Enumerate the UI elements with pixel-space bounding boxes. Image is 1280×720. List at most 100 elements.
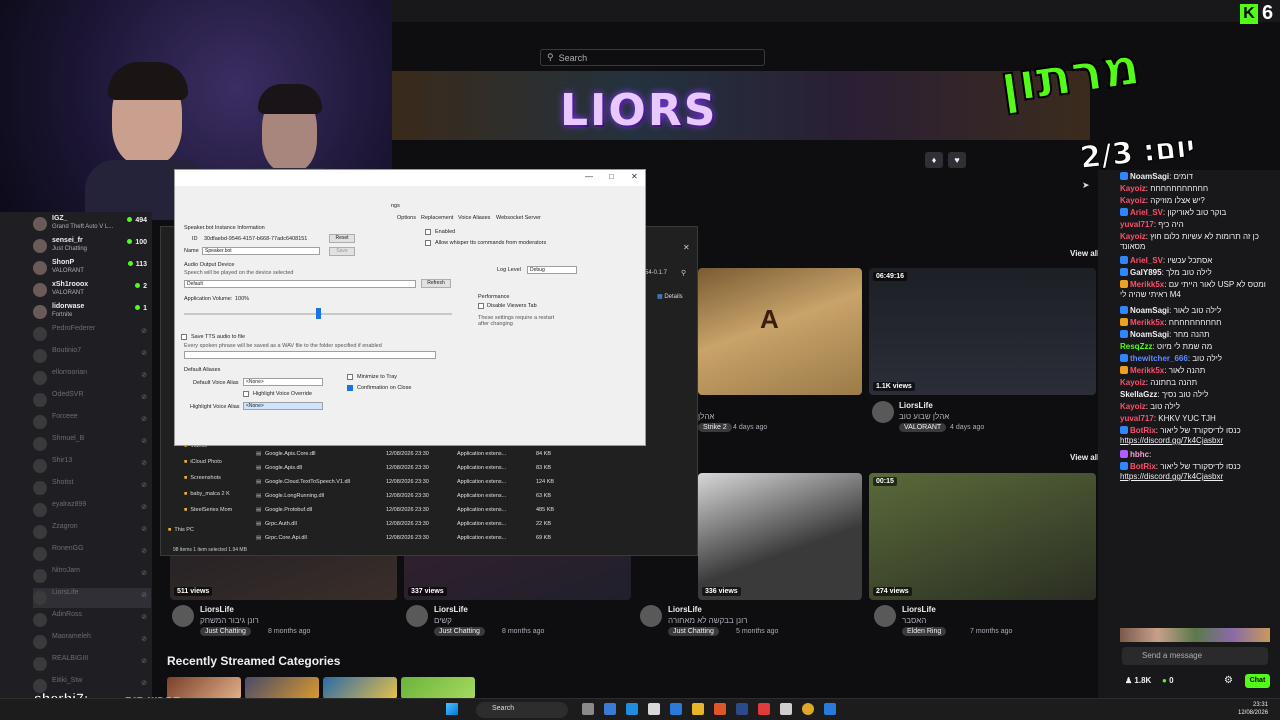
sidebar-channel[interactable]: IGZ_ Grand Theft Auto V L... 494 [33, 214, 151, 234]
close-icon[interactable]: ✕ [631, 172, 638, 181]
chat-username[interactable]: Merikk5x [1130, 280, 1164, 289]
category-tag[interactable]: Just Chatting [434, 627, 485, 636]
video-channel[interactable]: LiorsLife [899, 401, 933, 410]
app-icon[interactable] [648, 703, 660, 715]
app-icon[interactable] [802, 703, 814, 715]
minimize-tray-checkbox[interactable] [347, 374, 353, 380]
chat-username[interactable]: Ariel_SV [1130, 208, 1163, 217]
chat-username[interactable]: SkellaGzz [1120, 390, 1157, 399]
app-icon[interactable] [736, 703, 748, 715]
chat-username[interactable]: BotRix [1130, 426, 1156, 435]
allow-whisper-checkbox[interactable] [425, 240, 431, 246]
app-icon[interactable] [824, 703, 836, 715]
tab-voice-aliases[interactable]: Voice Aliases [458, 215, 490, 221]
chat-username[interactable]: Kayoiz [1120, 184, 1146, 193]
taskbar-clock[interactable]: 23:31 12/08/2026 [1238, 701, 1268, 717]
tab-websocket-server[interactable]: Websocket Server [496, 215, 541, 221]
disable-viewers-checkbox[interactable] [478, 303, 484, 309]
folder-item[interactable]: ■ SteelSeries Mom [184, 507, 232, 513]
chat-username[interactable]: Merikk5x [1130, 366, 1164, 375]
category-tag[interactable]: Just Chatting [200, 627, 251, 636]
app-icon[interactable] [780, 703, 792, 715]
chat-link[interactable]: https://discord.gg/7k4Cjasbxr [1120, 472, 1223, 481]
volume-slider-thumb[interactable] [316, 308, 321, 319]
sidebar-channel[interactable]: NitroJam ⊘ [33, 566, 151, 586]
explorer-close-icon[interactable]: ✕ [683, 243, 690, 252]
highlight-voice-select[interactable]: <None> [243, 402, 323, 410]
sidebar-channel[interactable]: LiorsLife ⊘ [33, 588, 151, 608]
file-row[interactable]: ▤ Google.Protobuf.dll 12/08/2026 23:30 Appl… [256, 505, 556, 517]
channel-avatar[interactable] [640, 605, 662, 627]
category-tag[interactable]: VALORANT [899, 423, 947, 432]
notification-bell-button[interactable]: ♦ [925, 152, 943, 168]
tab-settings-fragment[interactable]: ngs [391, 203, 400, 209]
share-icon[interactable]: ➤ [1082, 180, 1090, 191]
chat-link[interactable]: https://discord.gg/7k4Cjasbxr [1120, 436, 1223, 445]
chat-username[interactable]: Merikk5x [1130, 318, 1164, 327]
category-card[interactable] [401, 677, 475, 699]
file-row[interactable]: ▤ Grpc.Auth.dll 12/08/2026 23:30 Applicatio… [256, 519, 556, 531]
category-tag[interactable]: Elden Ring [902, 627, 947, 636]
video-thumbnail[interactable]: 00:15 274 views [869, 473, 1096, 600]
app-icon[interactable] [626, 703, 638, 715]
video-channel[interactable]: LiorsLife [200, 605, 234, 614]
sidebar-channel[interactable]: PedroFederer ⊘ [33, 324, 151, 344]
reset-button[interactable]: Reset [329, 234, 355, 243]
video-thumbnail[interactable]: A [698, 268, 862, 395]
video-title[interactable]: רונן גיבור המשחק [200, 616, 259, 625]
app-icon[interactable] [758, 703, 770, 715]
video-channel[interactable]: LiorsLife [434, 605, 468, 614]
sidebar-channel[interactable]: AdinRoss ⊘ [33, 610, 151, 630]
sidebar-channel[interactable]: ellorroorian ⊘ [33, 368, 151, 388]
save-folder-input[interactable] [184, 351, 436, 359]
chat-username[interactable]: Ariel_SV [1130, 256, 1163, 265]
name-input[interactable]: Speaker.bot [202, 247, 320, 255]
refresh-button[interactable]: Refresh [421, 279, 451, 288]
view-all-link[interactable]: View all [1070, 249, 1099, 258]
sidebar-channel[interactable]: REALBIGIII ⊘ [33, 654, 151, 674]
audio-device-select[interactable]: Default [184, 280, 416, 288]
file-row[interactable]: ▤ Google.LongRunning.dll 12/08/2026 23:30 A… [256, 491, 556, 503]
sidebar-channel[interactable]: OdedSVR ⊘ [33, 390, 151, 410]
chat-username[interactable]: Kayoiz [1120, 378, 1146, 387]
sidebar-channel[interactable]: Boutinio7 ⊘ [33, 346, 151, 366]
channel-avatar[interactable] [172, 605, 194, 627]
sidebar-channel[interactable]: ShonP VALORANT 113 [33, 258, 151, 278]
chat-username[interactable]: yuval717 [1120, 220, 1154, 229]
video-title[interactable]: אהלן שבוע טוב [899, 412, 949, 421]
chat-username[interactable]: Kayoiz [1120, 402, 1146, 411]
chat-username[interactable]: GalY895 [1130, 268, 1162, 277]
explorer-search-icon[interactable]: ⚲ [681, 269, 686, 277]
file-row[interactable]: ▤ Grpc.Core.Api.dll 12/08/2026 23:30 Applic… [256, 533, 556, 545]
folder-item[interactable]: ■ iCloud Photo [184, 459, 222, 465]
sidebar-channel[interactable]: xSh1rooox VALORANT 2 [33, 280, 151, 300]
details-button[interactable]: ▦ Details [657, 293, 683, 300]
favorite-heart-button[interactable]: ♥ [948, 152, 966, 168]
video-channel[interactable]: LiorsLife [902, 605, 936, 614]
sidebar-channel[interactable]: sensei_fr Just Chatting 100 [33, 236, 151, 256]
taskbar-search[interactable]: Search [476, 702, 568, 718]
tab-options[interactable]: Options [397, 215, 416, 221]
folder-item[interactable]: ■ This PC [168, 527, 194, 533]
chat-message-input[interactable]: Send a message [1122, 647, 1268, 665]
sidebar-channel[interactable]: Forceee ⊘ [33, 412, 151, 432]
confirm-close-checkbox[interactable] [347, 385, 353, 391]
folder-item[interactable]: ■ baby_malca 2 K [184, 491, 230, 497]
save-tts-checkbox[interactable] [181, 334, 187, 340]
app-icon[interactable] [714, 703, 726, 715]
log-level-select[interactable]: Debug [527, 266, 577, 274]
category-card[interactable] [323, 677, 397, 699]
chat-username[interactable]: BotRix [1130, 462, 1156, 471]
sidebar-channel[interactable]: Shir13 ⊘ [33, 456, 151, 476]
sidebar-channel[interactable]: Shmuel_B ⊘ [33, 434, 151, 454]
app-icon[interactable] [604, 703, 616, 715]
chat-username[interactable]: hbhc [1130, 450, 1149, 459]
search-input[interactable]: ⚲ Search [540, 49, 765, 66]
file-row[interactable]: ▤ Google.Cloud.TextToSpeech.V1.dll 12/08/2… [256, 477, 556, 489]
app-icon[interactable] [692, 703, 704, 715]
sidebar-channel[interactable]: Shotist ⊘ [33, 478, 151, 498]
chat-send-button[interactable]: Chat [1245, 674, 1270, 688]
video-thumbnail[interactable]: 06:49:16 1.1K views [869, 268, 1096, 395]
category-tag[interactable]: Just Chatting [668, 627, 719, 636]
channel-avatar[interactable] [872, 401, 894, 423]
